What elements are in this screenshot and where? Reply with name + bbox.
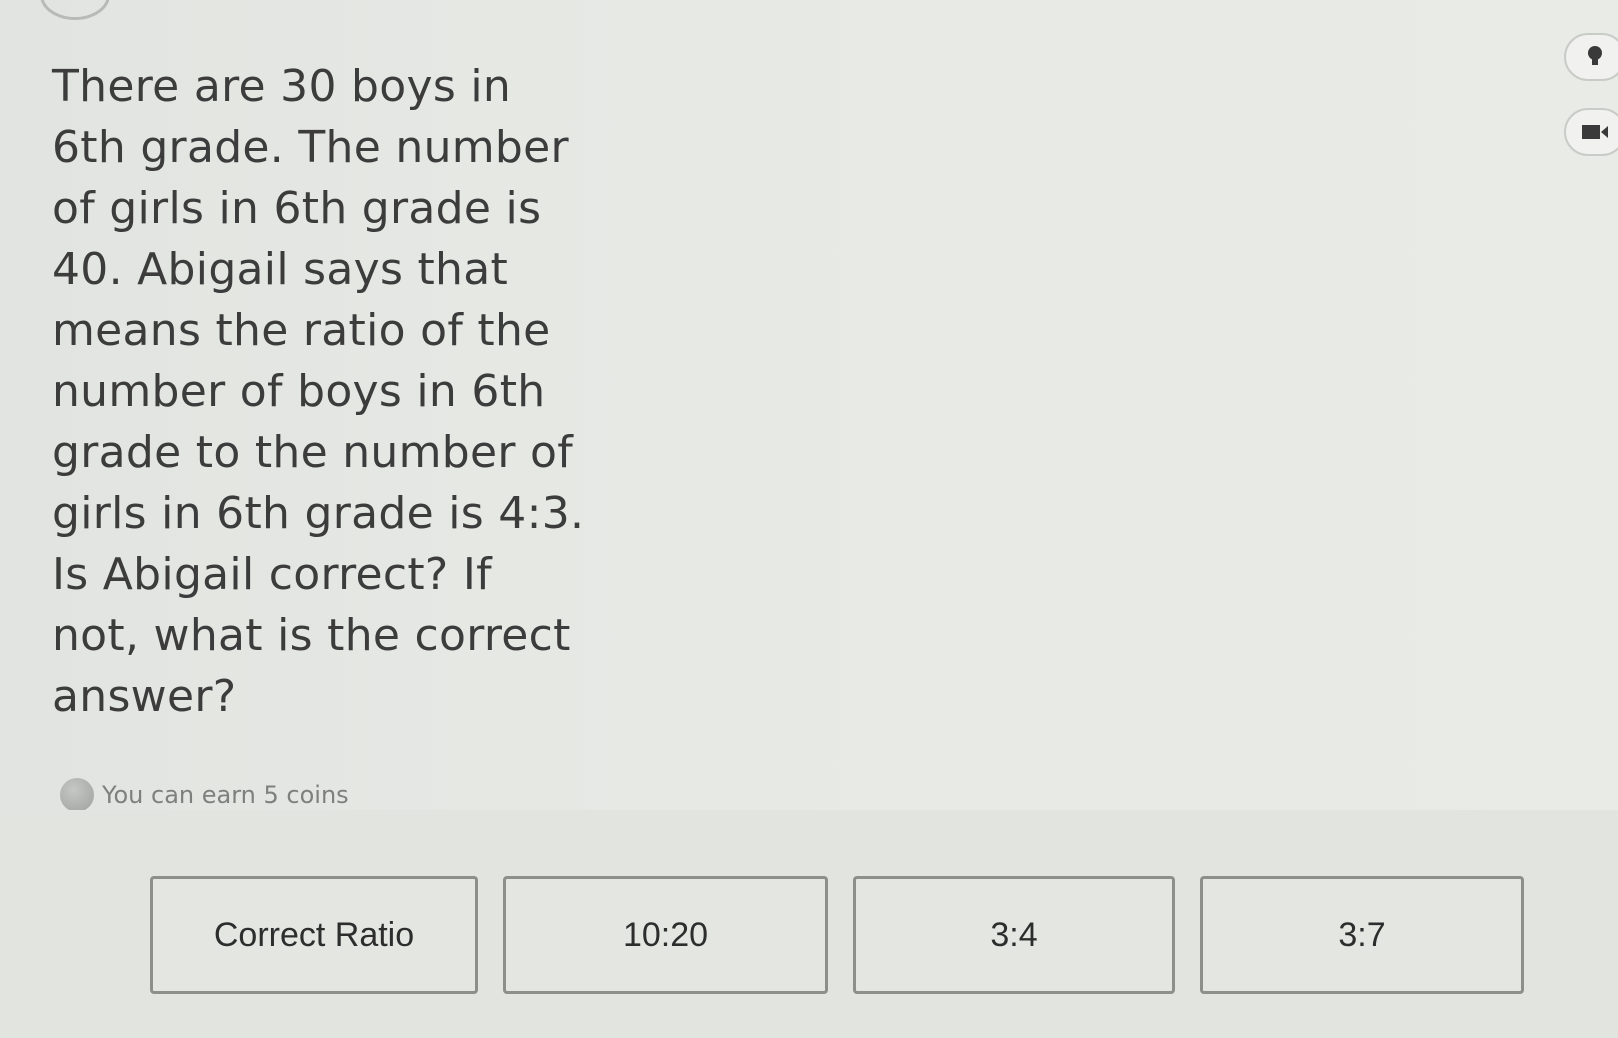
hint-button[interactable] bbox=[1564, 33, 1618, 81]
lightbulb-icon bbox=[1588, 46, 1602, 65]
answer-option-3[interactable]: 3:4 bbox=[853, 876, 1175, 994]
question-text: There are 30 boys in 6th grade. The numb… bbox=[52, 61, 585, 722]
question-panel: There are 30 boys in 6th grade. The numb… bbox=[0, 0, 1618, 812]
coins-text: You can earn 5 coins bbox=[102, 781, 349, 809]
coins-reward: You can earn 5 coins bbox=[60, 778, 349, 812]
timer-arc-icon bbox=[40, 0, 110, 20]
answer-option-2[interactable]: 10:20 bbox=[503, 876, 828, 994]
answer-option-4[interactable]: 3:7 bbox=[1200, 876, 1524, 994]
answers-panel: Correct Ratio 10:20 3:4 3:7 bbox=[0, 810, 1618, 1038]
video-camera-icon bbox=[1582, 125, 1608, 139]
coin-icon bbox=[60, 778, 94, 812]
video-button[interactable] bbox=[1564, 108, 1618, 156]
answer-option-1[interactable]: Correct Ratio bbox=[150, 876, 478, 994]
